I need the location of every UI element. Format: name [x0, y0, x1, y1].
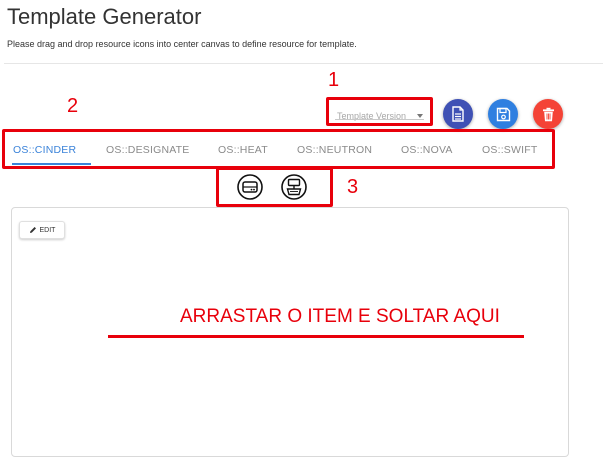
delete-template-button[interactable] [533, 99, 563, 129]
edit-button-label: EDIT [39, 226, 56, 234]
annotation-number-2: 2 [67, 95, 79, 117]
volume-attachment-icon[interactable] [281, 174, 307, 200]
tab-os-designate[interactable]: OS::DESIGNATE [106, 144, 190, 156]
trash-icon [542, 107, 554, 121]
annotation-number-3: 3 [347, 176, 359, 198]
active-tab-indicator [12, 163, 91, 165]
template-version-select[interactable]: Template Version [326, 97, 433, 126]
page-subtitle: Please drag and drop resource icons into… [7, 39, 357, 49]
template-canvas[interactable] [11, 207, 569, 457]
save-template-button[interactable] [488, 99, 518, 129]
page-title: Template Generator [7, 4, 202, 29]
drop-here-annotation: ARRASTAR O ITEM E SOLTAR AQUI [180, 306, 500, 327]
tab-os-swift[interactable]: OS::SWIFT [482, 144, 537, 156]
pencil-icon [29, 227, 36, 233]
tab-os-cinder[interactable]: OS::CINDER [13, 144, 76, 156]
edit-button[interactable]: EDIT [19, 221, 65, 239]
save-icon [496, 107, 510, 121]
tab-os-neutron[interactable]: OS::NEUTRON [297, 144, 372, 156]
annotation-number-1: 1 [328, 69, 340, 91]
resource-tabs: OS::CINDER OS::DESIGNATE OS::HEAT OS::NE… [2, 129, 555, 169]
new-template-button[interactable] [443, 99, 473, 129]
header-divider [4, 63, 603, 64]
drop-underline-annotation [108, 335, 524, 338]
tab-os-heat[interactable]: OS::HEAT [218, 144, 268, 156]
select-underline [335, 119, 424, 120]
caret-down-icon [417, 114, 423, 118]
file-icon [452, 106, 464, 122]
volume-icon[interactable] [237, 174, 263, 200]
tab-os-nova[interactable]: OS::NOVA [401, 144, 453, 156]
resource-icon-tray [216, 167, 333, 207]
